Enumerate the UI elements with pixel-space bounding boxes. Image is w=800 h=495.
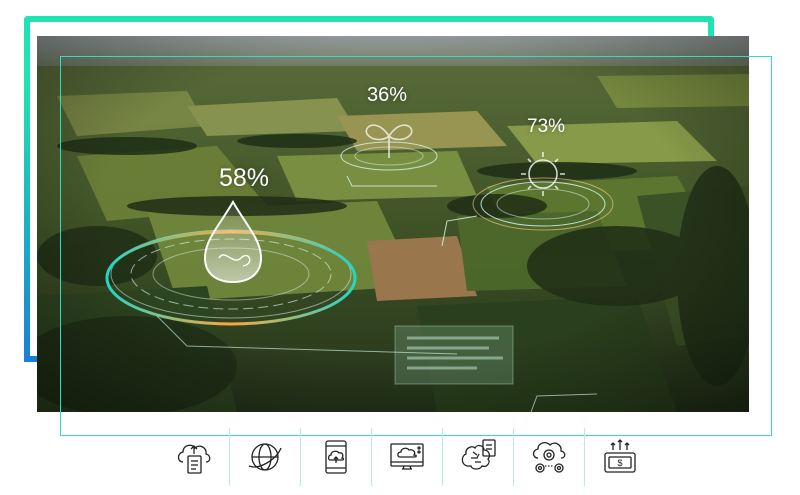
sun-percentage: 73% — [527, 116, 566, 137]
plant-percentage: 36% — [367, 84, 408, 106]
globe-icon — [248, 443, 282, 471]
cloud-gears-icon — [532, 442, 566, 473]
tablet-upload-icon-cell — [300, 428, 371, 486]
brain-circuit-icon-cell — [442, 428, 513, 486]
tablet-upload-icon — [325, 440, 347, 474]
monitor-cloud-icon-cell — [371, 428, 442, 486]
water-percentage: 58% — [219, 164, 270, 192]
money-growth-icon-cell: $ — [584, 428, 655, 486]
aerial-farmland-photo: 36% 73% 58% — [37, 36, 749, 412]
frame-gradient-accent — [24, 82, 30, 362]
monitor-cloud-icon — [390, 443, 424, 470]
globe-icon-cell — [229, 428, 300, 486]
agri-tech-illustration: 36% 73% 58% $ — [0, 0, 800, 495]
cloud-document-icon-cell — [158, 428, 229, 486]
brain-circuit-icon — [461, 439, 496, 470]
svg-text:$: $ — [617, 458, 622, 468]
money-growth-icon: $ — [604, 439, 636, 473]
cloud-gears-icon-cell — [513, 428, 584, 486]
data-panel-glow — [394, 325, 514, 385]
cloud-document-icon — [177, 444, 210, 474]
feature-icon-bar: $ — [158, 428, 658, 492]
